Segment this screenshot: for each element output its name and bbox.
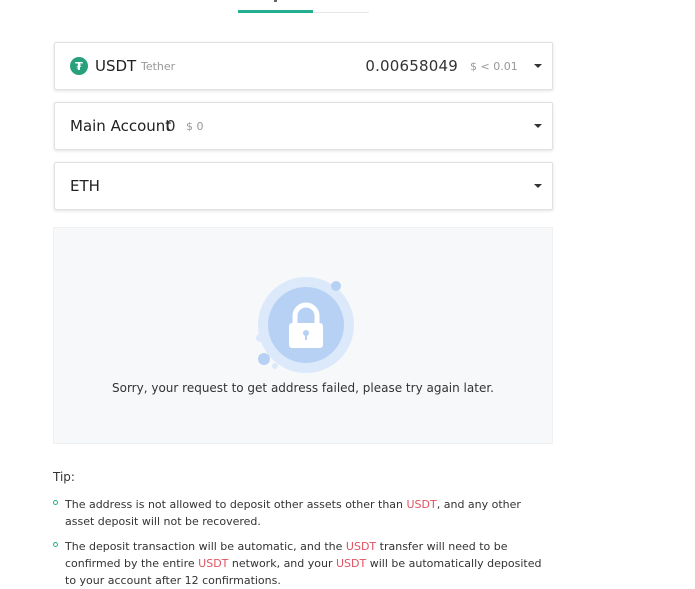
coin-select[interactable]: ₮ USDT Tether 0.00658049 $ < 0.01 [54, 42, 553, 90]
bullet-icon [53, 500, 58, 505]
coin-symbol: USDT [95, 57, 137, 75]
chevron-down-icon[interactable] [534, 64, 542, 68]
tip-coin-highlight: USDT [345, 540, 377, 553]
coin-balance: 0.00658049 [365, 57, 458, 75]
tip-text: The address is not allowed to deposit ot… [65, 496, 552, 530]
bullet-icon [53, 542, 58, 547]
lock-icon [256, 277, 354, 373]
chevron-down-icon[interactable] [534, 124, 542, 128]
account-usd-value: $ 0 [186, 120, 204, 133]
account-label: Main Account [70, 117, 172, 135]
tether-icon: ₮ [70, 57, 88, 75]
tip-text: The deposit transaction will be automati… [65, 538, 552, 589]
network-label: ETH [70, 177, 100, 195]
network-select[interactable]: ETH [54, 162, 553, 210]
error-message: Sorry, your request to get address faile… [112, 381, 494, 395]
chevron-down-icon[interactable] [534, 184, 542, 188]
tip-text-part: The deposit transaction will be automati… [65, 540, 346, 553]
tip-text-part: network, and your [228, 557, 336, 570]
tip-coin-highlight: USDT [198, 557, 229, 570]
address-panel: Sorry, your request to get address faile… [53, 227, 553, 444]
tip-coin-highlight: USDT [406, 498, 437, 511]
tip-coin-highlight: USDT [336, 557, 367, 570]
account-select[interactable]: Main Account 0 $ 0 [54, 102, 553, 150]
account-balance: 0 [166, 117, 176, 135]
tip-item: The deposit transaction will be automati… [52, 538, 552, 589]
deposit-tab-bar [238, 0, 369, 13]
tab-label-fragment [274, 0, 277, 2]
tip-text-part: The address is not allowed to deposit ot… [65, 498, 407, 511]
coin-usd-value: $ < 0.01 [470, 60, 518, 73]
tip-title: Tip: [53, 470, 75, 484]
coin-name: Tether [141, 60, 176, 73]
active-tab-indicator[interactable] [238, 10, 313, 13]
tip-item: The address is not allowed to deposit ot… [52, 496, 552, 530]
